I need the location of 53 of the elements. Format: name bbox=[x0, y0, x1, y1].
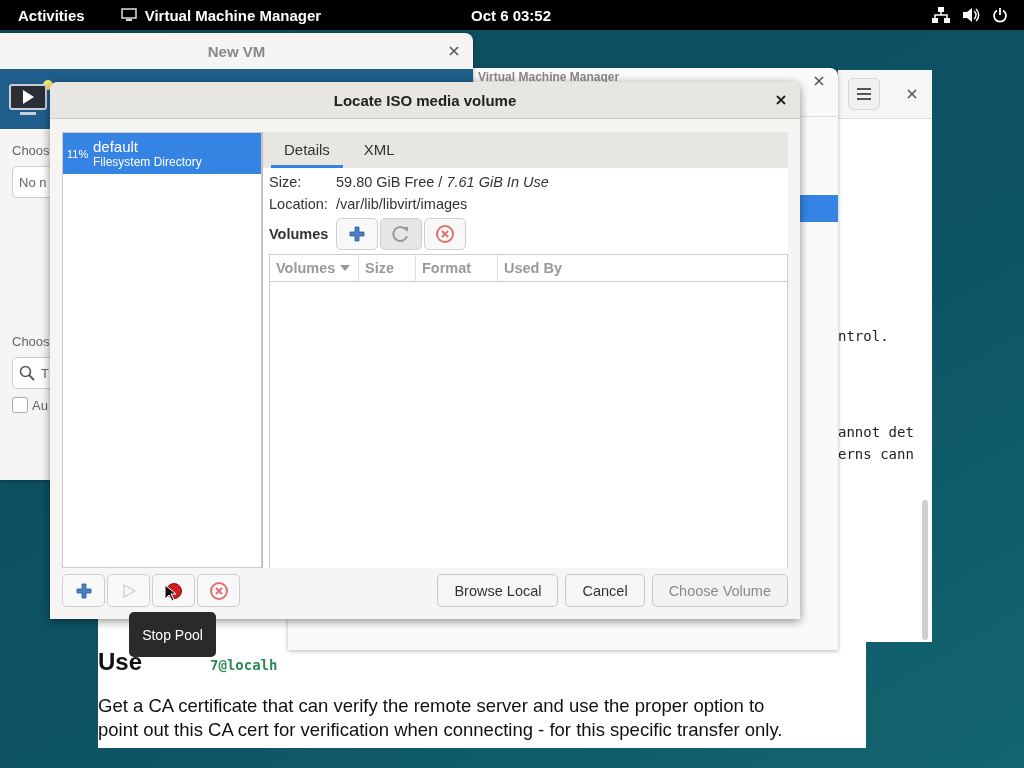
code-line: erns cann bbox=[838, 445, 915, 464]
usage-text: 11% bbox=[67, 147, 90, 160]
delete-icon bbox=[435, 224, 456, 244]
dialog-title: Locate ISO media volume bbox=[333, 91, 517, 109]
tooltip: Stop Pool bbox=[129, 612, 216, 657]
add-pool-button[interactable] bbox=[62, 574, 105, 607]
power-icon[interactable] bbox=[992, 7, 1008, 23]
dialog-button[interactable]: Cancel bbox=[565, 574, 645, 607]
activities-button[interactable]: Activities bbox=[18, 6, 85, 24]
window-title: New VM bbox=[207, 42, 266, 60]
close-icon[interactable] bbox=[814, 76, 824, 86]
field-label: Choos bbox=[12, 143, 50, 158]
sort-arrow-icon bbox=[340, 265, 351, 271]
code-line: ntrol. bbox=[838, 327, 890, 346]
field-label: Choos bbox=[12, 334, 50, 349]
close-icon[interactable] bbox=[776, 95, 786, 105]
paragraph-line: point out this CA cert for verification when connecting - for this specific transfer only. bbox=[98, 718, 784, 742]
code-text: 7@localh bbox=[210, 657, 278, 673]
tab[interactable]: XML bbox=[350, 132, 408, 168]
stop-pool-button[interactable] bbox=[152, 574, 195, 607]
delete-volume-button[interactable] bbox=[424, 218, 467, 250]
paragraph-line: Get a CA certificate that can verify the remote server and use the proper option to bbox=[98, 694, 766, 718]
close-icon[interactable] bbox=[449, 46, 459, 56]
clock[interactable]: Oct 6 03:52 bbox=[471, 6, 552, 24]
checkbox[interactable] bbox=[12, 397, 28, 413]
location-label: Location: bbox=[269, 196, 329, 212]
size-value: 59.80 GiB Free / 7.61 GiB In Use bbox=[336, 174, 550, 190]
plus-icon bbox=[75, 582, 92, 599]
menu-button[interactable] bbox=[848, 78, 880, 110]
location-value: /var/lib/libvirt/images bbox=[336, 196, 469, 212]
mouse-pointer-icon bbox=[164, 584, 176, 602]
network-icon[interactable] bbox=[932, 7, 950, 23]
pool-name: default bbox=[93, 138, 140, 155]
volume-icon[interactable] bbox=[962, 7, 980, 23]
add-volume-button[interactable] bbox=[336, 218, 379, 250]
delete-icon bbox=[208, 580, 229, 601]
close-icon[interactable] bbox=[907, 89, 917, 99]
menu-icon bbox=[856, 87, 872, 101]
code-line: annot det bbox=[838, 423, 915, 442]
window-title: Virtual Machine Manager bbox=[478, 70, 620, 84]
search-text: T bbox=[41, 365, 49, 381]
plus-icon bbox=[349, 226, 366, 242]
pool-type: Filesystem Directory bbox=[93, 155, 202, 169]
scrollbar[interactable] bbox=[922, 500, 928, 640]
refresh-volume-button[interactable] bbox=[380, 218, 423, 250]
dialog-button[interactable]: Browse Local bbox=[437, 574, 559, 607]
search-icon bbox=[19, 365, 35, 381]
app-icon bbox=[120, 8, 137, 22]
volumes-label: Volumes bbox=[269, 226, 329, 242]
play-icon bbox=[120, 582, 137, 599]
checkbox-label: Au bbox=[32, 397, 48, 413]
app-menu-label[interactable]: Virtual Machine Manager bbox=[144, 6, 322, 24]
size-label: Size: bbox=[269, 174, 303, 190]
